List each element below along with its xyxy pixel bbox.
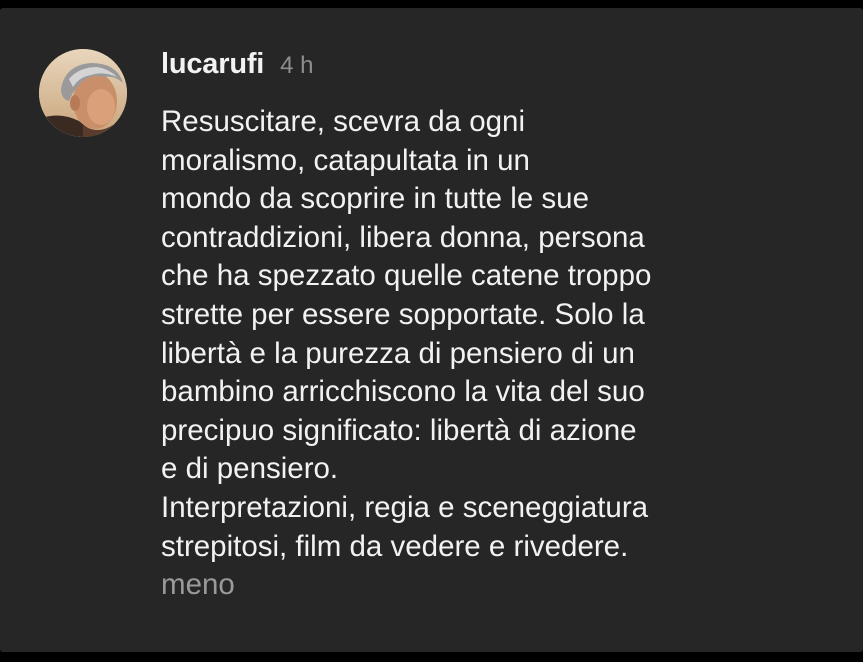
avatar[interactable] (39, 49, 127, 137)
comment-header: lucarufi 4 h (161, 48, 801, 88)
comment-text: Resuscitare, scevra da ogni moralismo, c… (161, 103, 801, 605)
comment-card: lucarufi 4 h Resuscitare, scevra da ogni… (0, 8, 863, 652)
timestamp: 4 h (280, 52, 314, 79)
comment-paragraph: Interpretazioni, regia e sceneggiatura s… (161, 490, 649, 563)
comment-paragraph: Resuscitare, scevra da ogni moralismo, c… (161, 105, 652, 486)
username[interactable]: lucarufi (161, 48, 264, 81)
avatar-photo (39, 49, 127, 137)
show-less-link[interactable]: meno (161, 566, 235, 605)
comment: lucarufi 4 h Resuscitare, scevra da ogni… (161, 48, 801, 605)
